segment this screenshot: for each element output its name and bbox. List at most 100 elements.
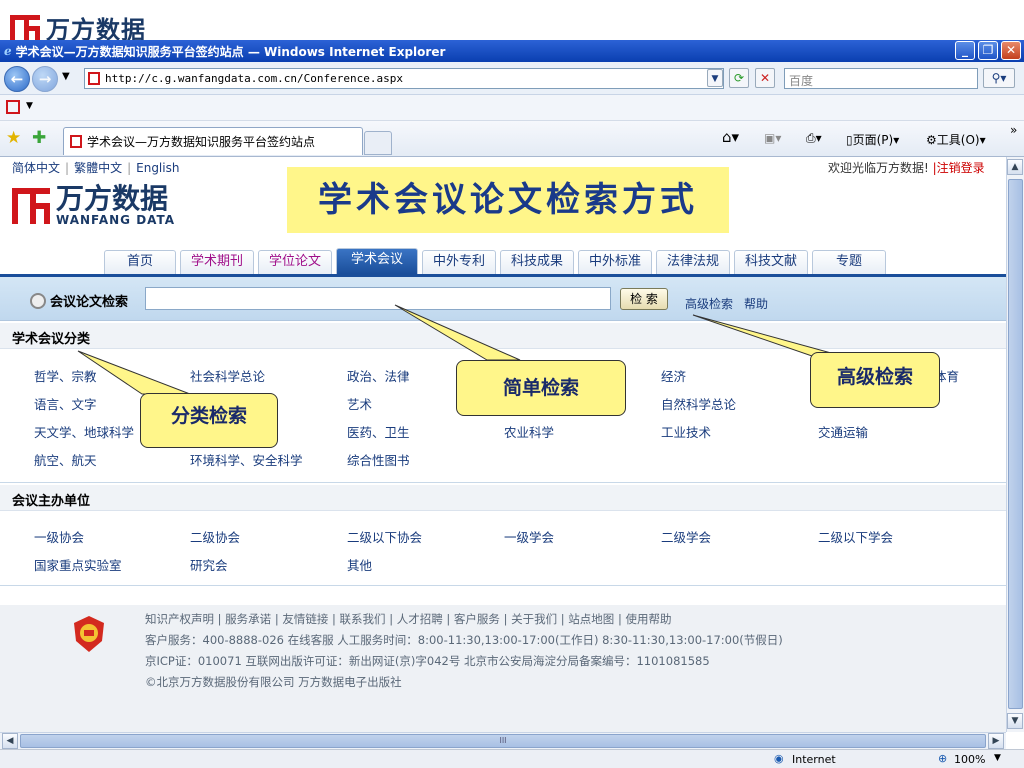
- section-divider: [0, 482, 1006, 483]
- category-link[interactable]: 综合性图书: [347, 450, 410, 469]
- category-link[interactable]: 社会科学总论: [190, 366, 265, 385]
- tab-journals[interactable]: 学术期刊: [180, 250, 254, 274]
- vertical-scrollbar[interactable]: ▲ ▼: [1006, 157, 1024, 732]
- organizer-link[interactable]: 国家重点实验室: [34, 555, 122, 574]
- window-titlebar: ℯ 学术会议—万方数据知识服务平台签约站点 — Windows Internet…: [0, 40, 1024, 62]
- organizer-link[interactable]: 二级以下协会: [347, 527, 422, 546]
- search-button[interactable]: 检 索: [620, 288, 668, 310]
- category-link[interactable]: 经济: [661, 366, 686, 385]
- logout-link[interactable]: |注销登录: [933, 161, 985, 175]
- category-link[interactable]: 哲学、宗教: [34, 366, 97, 385]
- main-nav: 首页 学术期刊 学位论文 学术会议 中外专利 科技成果 中外标准 法律法规 科技…: [104, 248, 886, 274]
- callout-simple-search: 简单检索: [456, 360, 626, 416]
- url-input[interactable]: http://c.g.wanfangdata.com.cn/Conference…: [84, 68, 724, 89]
- horizontal-scrollbar[interactable]: ◀ III ▶: [0, 732, 1006, 749]
- site-logo[interactable]: 万方数据 WANFANG DATA: [12, 185, 175, 227]
- organizer-link[interactable]: 研究会: [190, 555, 228, 574]
- ie-icon: ℯ: [4, 44, 12, 58]
- search-label: 会议论文检索: [30, 291, 128, 310]
- category-link[interactable]: 工业技术: [661, 422, 711, 441]
- horizontal-scroll-thumb[interactable]: III: [20, 734, 986, 748]
- organizer-link[interactable]: 其他: [347, 555, 372, 574]
- lang-english[interactable]: English: [136, 161, 179, 175]
- feeds-icon[interactable]: ▣▾: [764, 131, 781, 145]
- more-chevron-icon[interactable]: »: [1010, 123, 1017, 137]
- tab-literature[interactable]: 科技文献: [734, 250, 808, 274]
- category-link[interactable]: 艺术: [347, 394, 372, 413]
- category-link[interactable]: 医药、卫生: [347, 422, 410, 441]
- refresh-icon[interactable]: ⟳: [729, 68, 749, 88]
- wanfang-logo-icon: [10, 14, 40, 41]
- category-link[interactable]: 天文学、地球科学: [34, 422, 134, 441]
- site-favicon-icon: [88, 72, 100, 85]
- home-icon[interactable]: ⌂▾: [722, 128, 739, 146]
- tab-favicon-icon: [70, 135, 82, 148]
- tools-menu[interactable]: ⚙工具(O)▾: [926, 131, 986, 148]
- restore-button[interactable]: ❐: [978, 41, 998, 60]
- stop-icon[interactable]: ✕: [755, 68, 775, 88]
- category-link[interactable]: 交通运输: [818, 422, 868, 441]
- url-text: http://c.g.wanfangdata.com.cn/Conference…: [105, 72, 404, 85]
- tab-theses[interactable]: 学位论文: [258, 250, 332, 274]
- forward-button[interactable]: →: [32, 66, 58, 92]
- page-menu[interactable]: ▯页面(P)▾: [846, 131, 899, 148]
- search-go-icon[interactable]: ⚲▾: [983, 68, 1015, 88]
- conference-search-input[interactable]: [145, 287, 611, 310]
- zoom-level[interactable]: 100%: [954, 753, 985, 766]
- web-search-input[interactable]: 百度: [784, 68, 978, 89]
- category-section-title: 学术会议分类: [0, 323, 1006, 349]
- globe-icon: ◉: [774, 752, 784, 765]
- callout-category-search: 分类检索: [140, 393, 278, 448]
- tab-bar: ★ ✚ 学术会议—万方数据知识服务平台签约站点 ⌂▾ ▣▾ ⎙▾ ▯页面(P)▾…: [0, 121, 1024, 157]
- url-dropdown-icon[interactable]: ▼: [707, 69, 723, 87]
- footer-icp: 京ICP证：010071 互联网出版许可证：新出网证(京)字042号 北京市公安…: [145, 654, 710, 668]
- tab-current[interactable]: 学术会议—万方数据知识服务平台签约站点: [63, 127, 363, 155]
- minimize-button[interactable]: _: [955, 41, 975, 60]
- new-tab-button[interactable]: [364, 131, 392, 155]
- organizer-link[interactable]: 一级协会: [34, 527, 84, 546]
- tab-standards[interactable]: 中外标准: [578, 250, 652, 274]
- page-footer: 知识产权声明 | 服务承诺 | 友情链接 | 联系我们 | 人才招聘 | 客户服…: [0, 605, 1006, 732]
- tab-topics[interactable]: 专题: [812, 250, 886, 274]
- window-title: 学术会议—万方数据知识服务平台签约站点 — Windows Internet E…: [15, 44, 446, 59]
- category-link[interactable]: 航空、航天: [34, 450, 97, 469]
- help-link[interactable]: 帮助: [744, 295, 768, 312]
- search-label-text: 会议论文检索: [50, 295, 129, 310]
- page-icon: ▯: [846, 133, 853, 147]
- back-button[interactable]: ←: [4, 66, 30, 92]
- scroll-up-icon[interactable]: ▲: [1007, 159, 1023, 175]
- scroll-down-icon[interactable]: ▼: [1007, 713, 1023, 729]
- organizer-link[interactable]: 二级协会: [190, 527, 240, 546]
- favicon-dropdown-icon[interactable]: ▼: [26, 101, 33, 111]
- status-bar: ◉ Internet ⊕ 100% ▼: [0, 749, 1024, 768]
- category-link[interactable]: 政治、法律: [347, 366, 410, 385]
- category-link[interactable]: 语言、文字: [34, 394, 97, 413]
- category-link[interactable]: 环境科学、安全科学: [190, 450, 303, 469]
- category-link[interactable]: 农业科学: [504, 422, 554, 441]
- tab-laws[interactable]: 法律法规: [656, 250, 730, 274]
- tab-patents[interactable]: 中外专利: [422, 250, 496, 274]
- tab-conferences[interactable]: 学术会议: [336, 248, 418, 274]
- language-links: 简体中文 | 繁體中文 | English: [12, 161, 180, 175]
- favorites-star-icon[interactable]: ★: [6, 128, 21, 148]
- history-dropdown-icon[interactable]: ▼: [62, 71, 70, 82]
- magnifier-icon: [30, 292, 46, 309]
- advanced-search-link[interactable]: 高级检索: [685, 295, 733, 312]
- footer-links[interactable]: 知识产权声明 | 服务承诺 | 友情链接 | 联系我们 | 人才招聘 | 客户服…: [145, 611, 671, 627]
- category-link[interactable]: 自然科学总论: [661, 394, 736, 413]
- print-icon[interactable]: ⎙▾: [806, 131, 822, 146]
- lang-traditional[interactable]: 繁體中文: [74, 161, 122, 175]
- organizer-link[interactable]: 二级学会: [661, 527, 711, 546]
- welcome-area: 欢迎光临万方数据! |注销登录: [828, 159, 985, 176]
- tab-achievements[interactable]: 科技成果: [500, 250, 574, 274]
- scroll-right-icon[interactable]: ▶: [988, 733, 1004, 749]
- add-favorites-icon[interactable]: ✚: [32, 128, 46, 148]
- lang-simplified[interactable]: 简体中文: [12, 161, 60, 175]
- close-button[interactable]: ✕: [1001, 41, 1021, 60]
- vertical-scroll-thumb[interactable]: [1008, 179, 1023, 709]
- scroll-left-icon[interactable]: ◀: [2, 733, 18, 749]
- organizer-link[interactable]: 二级以下学会: [818, 527, 893, 546]
- tab-home[interactable]: 首页: [104, 250, 176, 274]
- organizer-link[interactable]: 一级学会: [504, 527, 554, 546]
- zoom-dropdown-icon[interactable]: ▼: [994, 753, 1001, 763]
